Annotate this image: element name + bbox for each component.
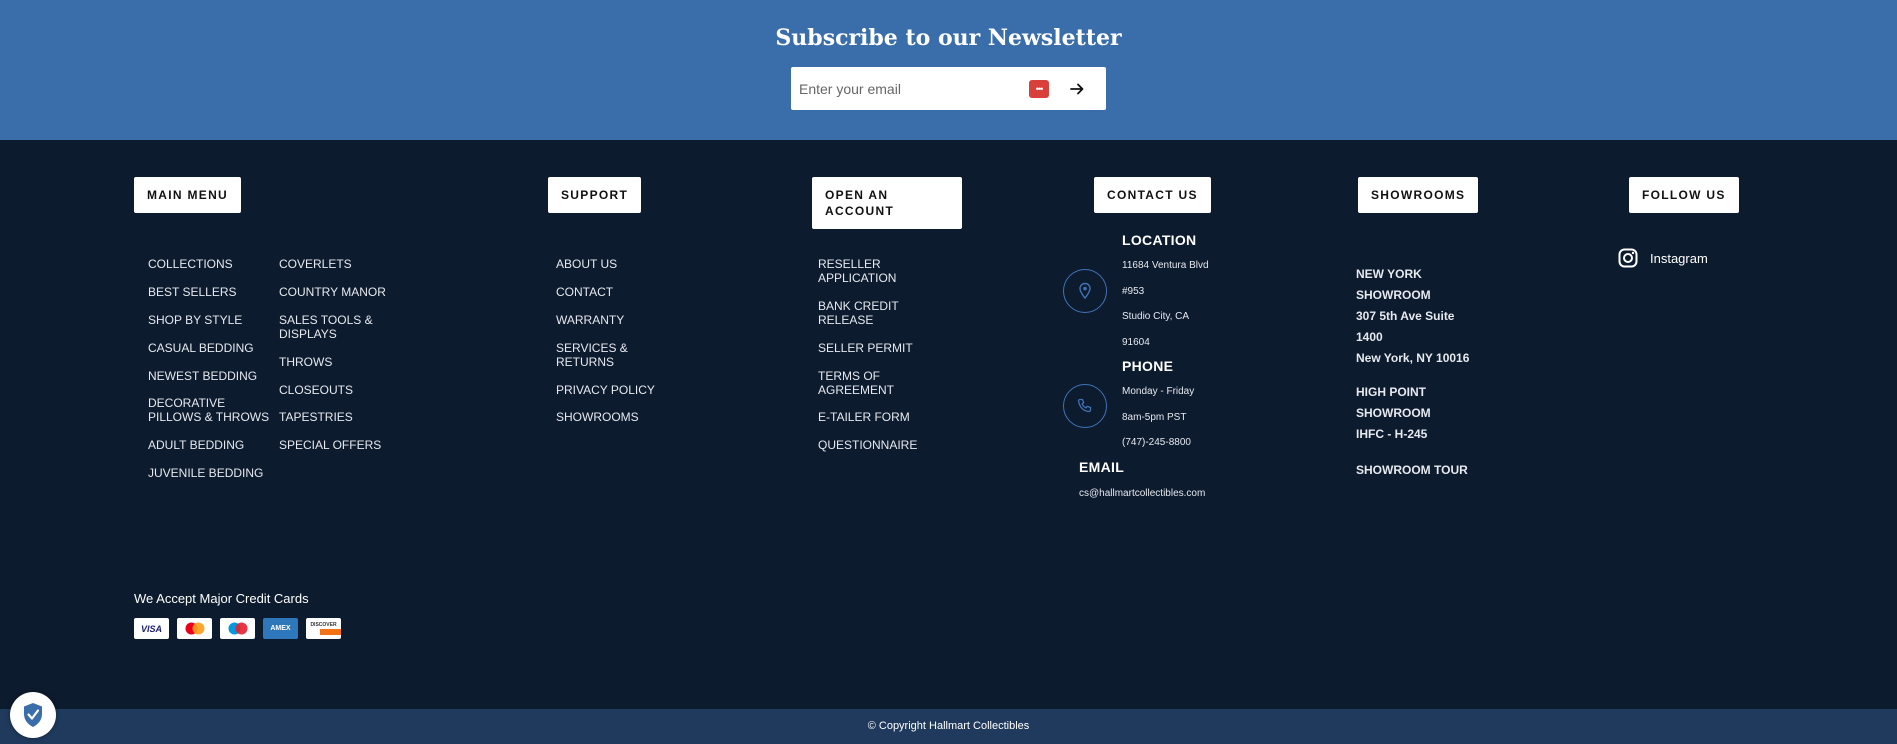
- menu-link-casual-bedding[interactable]: CASUAL BEDDING: [148, 341, 254, 355]
- phone-number[interactable]: (747)-245-8800: [1122, 437, 1191, 448]
- support-link-about-us[interactable]: ABOUT US: [556, 257, 617, 271]
- phone-line: Monday - Friday: [1122, 386, 1195, 397]
- discover-card-icon: DISCOVER: [306, 618, 341, 639]
- map-pin-icon: [1079, 282, 1091, 300]
- phone-icon: [1077, 398, 1092, 413]
- support-link-showrooms[interactable]: SHOWROOMS: [556, 410, 639, 424]
- menu-link-adult-bedding[interactable]: ADULT BEDDING: [148, 438, 244, 452]
- menu-link-coverlets[interactable]: COVERLETS: [279, 257, 352, 271]
- location-line: 11684 Ventura Blvd: [1122, 260, 1209, 271]
- menu-link-tapestries[interactable]: TAPESTRIES: [279, 410, 353, 424]
- visa-label: VISA: [140, 623, 162, 634]
- amex-card-icon: AMEX: [263, 618, 298, 639]
- phone-line: 8am-5pm PST: [1122, 412, 1187, 423]
- heading-contact-us: CONTACT US: [1094, 177, 1211, 213]
- showroom-tour-link[interactable]: SHOWROOM TOUR: [1356, 460, 1468, 481]
- phone-title: PHONE: [1122, 358, 1174, 374]
- location-icon-circle: [1063, 269, 1107, 313]
- email-input[interactable]: [799, 67, 1019, 110]
- email-link[interactable]: cs@hallmartcollectibles.com: [1079, 488, 1205, 499]
- location-line: 91604: [1122, 337, 1150, 348]
- amex-label: AMEX: [270, 625, 291, 632]
- newsletter-form: •••: [791, 67, 1106, 110]
- newsletter-title: Subscribe to our Newsletter: [775, 25, 1122, 51]
- menu-link-decorative-pillows[interactable]: DECORATIVE PILLOWS & THROWS: [148, 396, 269, 424]
- subscribe-button[interactable]: [1063, 75, 1091, 103]
- support-link-warranty[interactable]: WARRANTY: [556, 313, 624, 327]
- heading-main-menu: MAIN MENU: [134, 177, 242, 213]
- menu-link-throws[interactable]: THROWS: [279, 355, 332, 369]
- copyright-text: © Copyright Hallmart Collectibles: [867, 720, 1030, 732]
- heading-follow-us: FOLLOW US: [1629, 177, 1739, 213]
- support-link-privacy-policy[interactable]: PRIVACY POLICY: [556, 383, 655, 397]
- password-manager-icon[interactable]: •••: [1029, 80, 1049, 98]
- visa-card-icon: VISA: [134, 618, 169, 639]
- support-link-contact[interactable]: CONTACT: [556, 285, 613, 299]
- account-link-questionnaire[interactable]: QUESTIONNAIRE: [818, 438, 917, 452]
- menu-link-juvenile-bedding[interactable]: JUVENILE BEDDING: [148, 466, 263, 480]
- discover-label: DISCOVER: [310, 622, 337, 628]
- location-line: Studio City, CA: [1122, 311, 1190, 322]
- instagram-icon: [1618, 248, 1638, 268]
- account-link-etailer-form[interactable]: E-TAILER FORM: [818, 410, 910, 424]
- instagram-link[interactable]: Instagram: [1618, 248, 1708, 268]
- support-link-services-returns[interactable]: SERVICES & RETURNS: [556, 341, 628, 369]
- new-york-showroom[interactable]: NEW YORK SHOWROOM 307 5th Ave Suite 1400…: [1356, 264, 1469, 369]
- menu-link-best-sellers[interactable]: BEST SELLERS: [148, 285, 237, 299]
- account-link-bank-credit-release[interactable]: BANK CREDIT RELEASE: [818, 299, 899, 327]
- heading-showrooms: SHOWROOMS: [1358, 177, 1479, 213]
- security-badge[interactable]: [10, 692, 56, 738]
- menu-link-closeouts[interactable]: CLOSEOUTS: [279, 383, 353, 397]
- heading-support: SUPPORT: [548, 177, 642, 213]
- instagram-label: Instagram: [1650, 250, 1708, 266]
- menu-link-collections[interactable]: COLLECTIONS: [148, 257, 233, 271]
- shield-icon: [24, 703, 42, 727]
- mastercard-icon: [177, 618, 212, 639]
- footer-bar: © Copyright Hallmart Collectibles: [0, 709, 1897, 744]
- email-title: EMAIL: [1079, 459, 1125, 475]
- menu-link-country-manor[interactable]: COUNTRY MANOR: [279, 285, 386, 299]
- account-link-seller-permit[interactable]: SELLER PERMIT: [818, 341, 913, 355]
- credit-cards-title: We Accept Major Credit Cards: [134, 591, 309, 606]
- newsletter-section: Subscribe to our Newsletter •••: [0, 0, 1897, 140]
- location-line: #953: [1122, 286, 1145, 297]
- maestro-card-icon: [220, 618, 255, 639]
- account-link-reseller-application[interactable]: RESELLER APPLICATION: [818, 257, 896, 285]
- account-link-terms-of-agreement[interactable]: TERMS OF AGREEMENT: [818, 369, 894, 397]
- menu-link-newest-bedding[interactable]: NEWEST BEDDING: [148, 369, 257, 383]
- menu-link-sales-tools[interactable]: SALES TOOLS & DISPLAYS: [279, 313, 373, 341]
- menu-link-shop-by-style[interactable]: SHOP BY STYLE: [148, 313, 242, 327]
- high-point-showroom[interactable]: HIGH POINT SHOWROOM IHFC - H-245: [1356, 382, 1431, 445]
- phone-icon-circle: [1063, 384, 1107, 428]
- heading-open-account: OPEN AN ACCOUNT: [812, 177, 962, 229]
- arrow-right-icon: [1070, 83, 1084, 95]
- location-title: LOCATION: [1122, 232, 1197, 248]
- menu-link-special-offers[interactable]: SPECIAL OFFERS: [279, 438, 381, 452]
